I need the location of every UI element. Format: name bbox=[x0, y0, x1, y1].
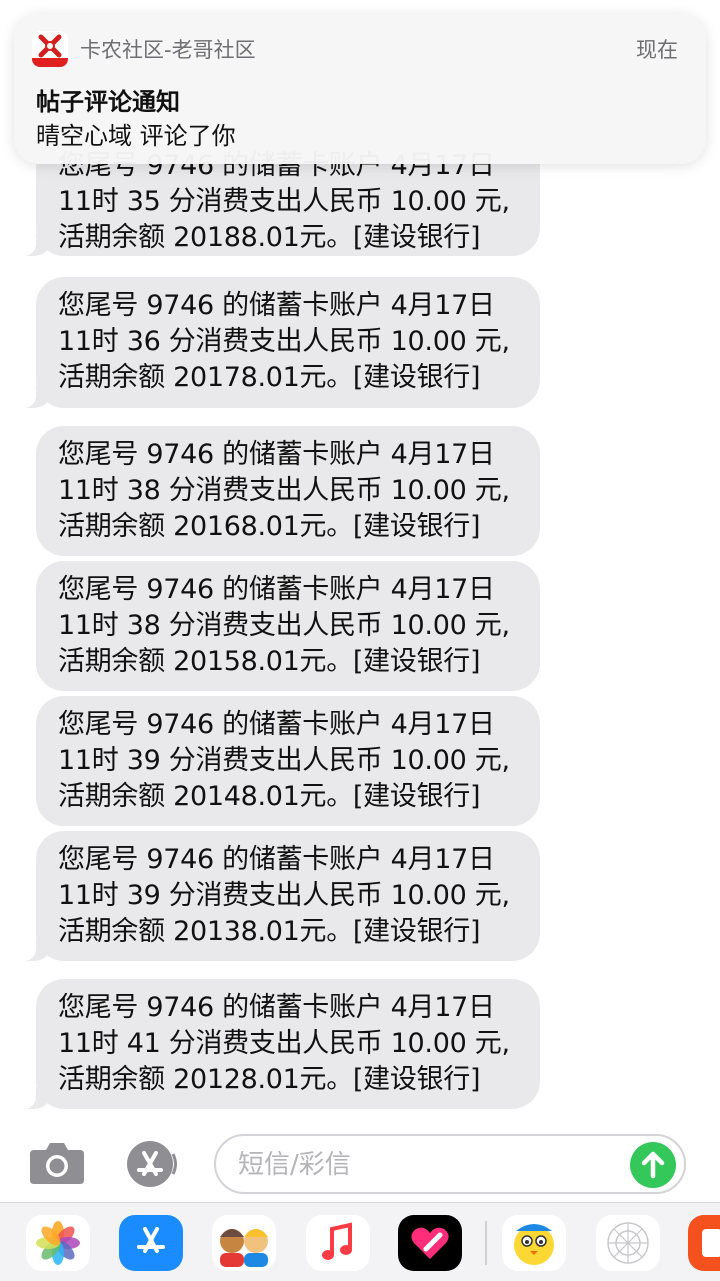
arrow-up-icon bbox=[641, 1151, 665, 1179]
message-line: 您尾号 9746 的储蓄卡账户 4月17日 bbox=[58, 290, 495, 321]
appstore-icon[interactable] bbox=[119, 1215, 183, 1271]
message-line: 您尾号 9746 的储蓄卡账户 4月17日 bbox=[58, 709, 495, 740]
message-line: 活期余额 20148.01元。[建设银行] bbox=[58, 781, 481, 812]
message-field[interactable] bbox=[214, 1134, 686, 1194]
app-drawer bbox=[0, 1202, 720, 1281]
message-bubble[interactable]: 您尾号 9746 的储蓄卡账户 4月17日 11时 38 分消费支出人民币 10… bbox=[36, 561, 540, 691]
message-line: 活期余额 20168.01元。[建设银行] bbox=[58, 511, 481, 542]
sticker-icon[interactable] bbox=[502, 1215, 566, 1271]
message-line: 11时 39 分消费支出人民币 10.00 元, bbox=[58, 880, 510, 911]
message-line: 11时 36 分消费支出人民币 10.00 元, bbox=[58, 326, 510, 357]
photos-icon[interactable] bbox=[26, 1215, 90, 1271]
message-line: 活期余额 20158.01元。[建设银行] bbox=[58, 646, 481, 677]
notification-body: 晴空心域 评论了你 bbox=[36, 122, 236, 150]
message-input[interactable] bbox=[236, 1146, 620, 1184]
app-icon[interactable] bbox=[688, 1215, 720, 1271]
send-button[interactable] bbox=[630, 1142, 676, 1188]
message-bubble[interactable]: 您尾号 9746 的储蓄卡账户 4月17日 11时 36 分消费支出人民币 10… bbox=[14, 277, 540, 408]
grid-sticker-icon[interactable] bbox=[596, 1215, 660, 1271]
camera-icon[interactable] bbox=[28, 1140, 86, 1186]
drawer-divider bbox=[485, 1221, 487, 1265]
notification-banner[interactable]: 卡农社区-老哥社区 现在 帖子评论通知 晴空心域 评论了你 bbox=[14, 14, 706, 164]
notification-title: 帖子评论通知 bbox=[36, 88, 180, 116]
message-bubble[interactable]: 您尾号 9746 的储蓄卡账户 4月17日 11时 39 分消费支出人民币 10… bbox=[36, 696, 540, 826]
message-bubble[interactable]: 您尾号 9746 的储蓄卡账户 4月17日 11时 38 分消费支出人民币 10… bbox=[36, 426, 540, 556]
app-logo-icon bbox=[32, 31, 68, 67]
notification-app-name: 卡农社区-老哥社区 bbox=[80, 38, 256, 62]
message-line: 您尾号 9746 的储蓄卡账户 4月17日 bbox=[58, 439, 495, 470]
message-line: 活期余额 20188.01元。[建设银行] bbox=[58, 222, 481, 253]
message-line: 11时 39 分消费支出人民币 10.00 元, bbox=[58, 745, 510, 776]
message-line: 11时 38 分消费支出人民币 10.00 元, bbox=[58, 475, 510, 506]
message-line: 您尾号 9746 的储蓄卡账户 4月17日 bbox=[58, 992, 495, 1023]
notification-time: 现在 bbox=[636, 38, 678, 62]
message-bubble[interactable]: 您尾号 9746 的储蓄卡账户 4月17日 11时 41 分消费支出人民币 10… bbox=[14, 979, 540, 1109]
message-line: 11时 35 分消费支出人民币 10.00 元, bbox=[58, 186, 510, 217]
message-line: 活期余额 20128.01元。[建设银行] bbox=[58, 1064, 481, 1095]
memoji-icon[interactable] bbox=[212, 1215, 276, 1271]
digital-touch-icon[interactable] bbox=[398, 1215, 462, 1271]
message-list[interactable]: 您尾号 9746 的储蓄卡账户 4月17日 11时 35 分消费支出人民币 10… bbox=[0, 0, 720, 1120]
compose-bar bbox=[0, 1120, 720, 1202]
message-line: 活期余额 20178.01元。[建设银行] bbox=[58, 362, 481, 393]
message-line: 活期余额 20138.01元。[建设银行] bbox=[58, 916, 481, 947]
appstore-icon[interactable] bbox=[120, 1140, 182, 1188]
music-icon[interactable] bbox=[306, 1215, 370, 1271]
message-line: 11时 41 分消费支出人民币 10.00 元, bbox=[58, 1028, 510, 1059]
message-line: 您尾号 9746 的储蓄卡账户 4月17日 bbox=[58, 844, 495, 875]
message-line: 您尾号 9746 的储蓄卡账户 4月17日 bbox=[58, 574, 495, 605]
message-bubble[interactable]: 您尾号 9746 的储蓄卡账户 4月17日 11时 39 分消费支出人民币 10… bbox=[14, 831, 540, 961]
message-line: 11时 38 分消费支出人民币 10.00 元, bbox=[58, 610, 510, 641]
